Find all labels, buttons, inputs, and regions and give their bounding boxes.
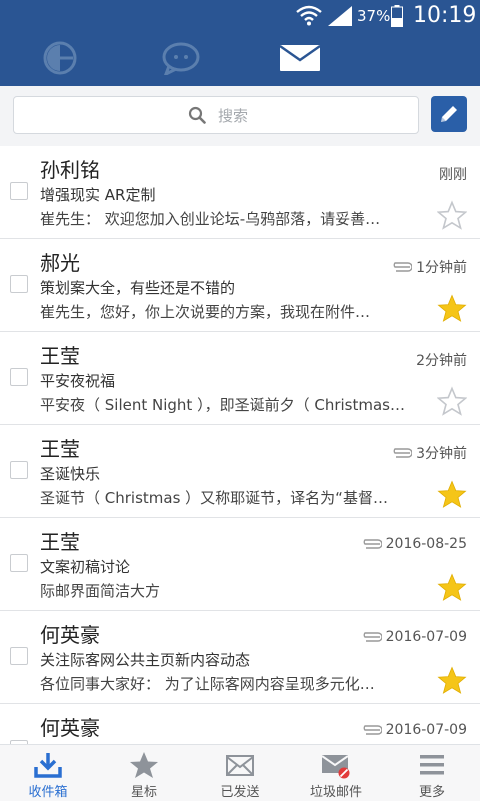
menu-icon	[420, 755, 444, 775]
mail-time: 3分钟前	[416, 446, 467, 462]
status-bar: 37% 10:19	[0, 0, 480, 32]
mail-preview: 际邮界面简洁大方	[40, 582, 161, 600]
mail-sender: 郝光	[40, 251, 80, 275]
mail-item[interactable]: 王莹 文案初稿讨论 际邮界面简洁大方 2016-08-25	[0, 518, 480, 611]
sent-mail-icon	[226, 755, 254, 776]
nav-tab-g[interactable]	[38, 38, 82, 78]
mail-item[interactable]: 王莹 平安夜祝福 平安夜（ Silent Night ），即圣诞前夕（ Chri…	[0, 332, 480, 425]
nav-tab-mail[interactable]	[278, 38, 322, 78]
mail-sender: 何英豪	[40, 716, 100, 740]
attachment-icon	[363, 725, 382, 735]
star-filled-icon[interactable]	[437, 572, 467, 602]
mail-checkbox[interactable]	[10, 461, 28, 479]
signal-icon	[328, 6, 352, 26]
mail-checkbox[interactable]	[10, 182, 28, 200]
pencil-icon	[441, 106, 457, 122]
mail-meta: 2分钟前	[416, 350, 467, 370]
mail-item[interactable]: 郝光 策划案大全，有些还是不错的 崔先生，您好，你上次说要的方案，我现在附件… …	[0, 239, 480, 332]
star-outline-icon[interactable]	[437, 200, 467, 230]
mail-sender: 王莹	[40, 344, 80, 368]
search-input[interactable]: 搜索	[13, 96, 419, 134]
mail-item[interactable]: 孙利铭 增强现实 AR定制 崔先生： 欢迎您加入创业论坛-乌鸦部落，请妥善… 刚…	[0, 146, 480, 239]
mail-subject: 圣诞快乐	[40, 465, 101, 483]
mail-subject: 增强现实 AR定制	[40, 186, 156, 204]
mail-meta: 3分钟前	[390, 443, 467, 463]
mail-subject: 策划案大全，有些还是不错的	[40, 279, 236, 297]
wifi-icon	[296, 5, 322, 26]
mail-time: 刚刚	[439, 167, 467, 183]
attachment-icon	[363, 632, 382, 642]
mail-sender: 王莹	[40, 530, 80, 554]
mail-meta: 2016-08-25	[360, 536, 467, 552]
mail-checkbox[interactable]	[10, 554, 28, 572]
mail-sender: 孙利铭	[40, 158, 100, 182]
tab-spam[interactable]: 垃圾邮件	[288, 745, 384, 801]
mail-preview: 崔先生： 欢迎您加入创业论坛-乌鸦部落，请妥善…	[40, 210, 381, 228]
mail-meta: 2016-07-09	[360, 629, 467, 645]
mail-meta: 刚刚	[439, 164, 467, 184]
attachment-icon	[393, 262, 413, 272]
mail-checkbox[interactable]	[10, 275, 28, 293]
search-area: 搜索	[0, 86, 480, 146]
mail-list: 孙利铭 增强现实 AR定制 崔先生： 欢迎您加入创业论坛-乌鸦部落，请妥善… 刚…	[0, 146, 480, 744]
mail-time: 2分钟前	[416, 353, 467, 369]
tab-starred-label: 星标	[130, 785, 157, 800]
mail-checkbox[interactable]	[10, 368, 28, 386]
battery-percent: 37%	[357, 7, 391, 25]
mail-item[interactable]: 何英豪 关注际客网公共主页新内容动态 各位同事大家好： 为了让际客网内容呈现多元…	[0, 611, 480, 704]
tab-spam-label: 垃圾邮件	[309, 785, 362, 800]
tab-more[interactable]: 更多	[384, 745, 480, 801]
mail-sender: 王莹	[40, 437, 80, 461]
tab-inbox-label: 收件箱	[28, 785, 68, 800]
star-filled-icon[interactable]	[437, 293, 467, 323]
star-outline-icon[interactable]	[437, 386, 467, 416]
search-placeholder: 搜索	[218, 107, 249, 125]
spam-mail-icon	[321, 755, 350, 779]
mail-preview: 圣诞节（ Christmas ）又称耶诞节，译名为“基督…	[40, 489, 388, 507]
compose-button[interactable]	[431, 96, 467, 132]
mail-sender: 何英豪	[40, 623, 100, 647]
nav-tab-chat[interactable]	[159, 38, 203, 78]
tab-sent-label: 已发送	[220, 785, 260, 800]
mail-time: 2016-07-09	[385, 722, 467, 738]
inbox-download-icon	[34, 753, 62, 778]
top-nav-bar	[0, 32, 480, 86]
mail-checkbox[interactable]	[10, 647, 28, 665]
mail-meta: 1分钟前	[390, 257, 467, 277]
attachment-icon	[363, 539, 382, 549]
mail-preview: 平安夜（ Silent Night ），即圣诞前夕（ Christmas…	[40, 396, 405, 414]
clock: 10:19	[413, 3, 477, 28]
mail-item[interactable]: 王莹 圣诞快乐 圣诞节（ Christmas ）又称耶诞节，译名为“基督… 3分…	[0, 425, 480, 518]
mail-time: 1分钟前	[416, 260, 467, 276]
tab-starred[interactable]: 星标	[96, 745, 192, 801]
bottom-tab-bar: 收件箱 星标 已发送 垃圾邮件 更多	[0, 744, 480, 801]
mail-preview: 各位同事大家好： 为了让际客网内容呈现多元化…	[40, 675, 375, 693]
star-filled-icon[interactable]	[437, 665, 467, 695]
tab-more-label: 更多	[418, 785, 445, 800]
chat-icon	[162, 42, 200, 75]
mail-preview: 崔先生，您好，你上次说要的方案，我现在附件…	[40, 303, 371, 321]
mail-meta: 2016-07-09	[360, 722, 467, 738]
mail-icon	[280, 45, 320, 71]
star-icon	[130, 752, 158, 778]
g-logo-icon	[43, 41, 77, 75]
mail-time: 2016-07-09	[385, 629, 467, 645]
mail-time: 2016-08-25	[385, 536, 467, 552]
tab-inbox[interactable]: 收件箱	[0, 745, 96, 801]
mail-subject: 文案初稿讨论	[40, 558, 131, 576]
battery-icon	[391, 5, 403, 27]
star-filled-icon[interactable]	[437, 479, 467, 509]
mail-subject: 关注际客网公共主页新内容动态	[40, 651, 251, 669]
mail-item[interactable]: 何英豪 关注际客网公共主页新内容动态 2016-07-09	[0, 704, 480, 744]
mail-subject: 平安夜祝福	[40, 372, 116, 390]
tab-sent[interactable]: 已发送	[192, 745, 288, 801]
attachment-icon	[393, 448, 413, 458]
search-icon	[188, 106, 206, 124]
